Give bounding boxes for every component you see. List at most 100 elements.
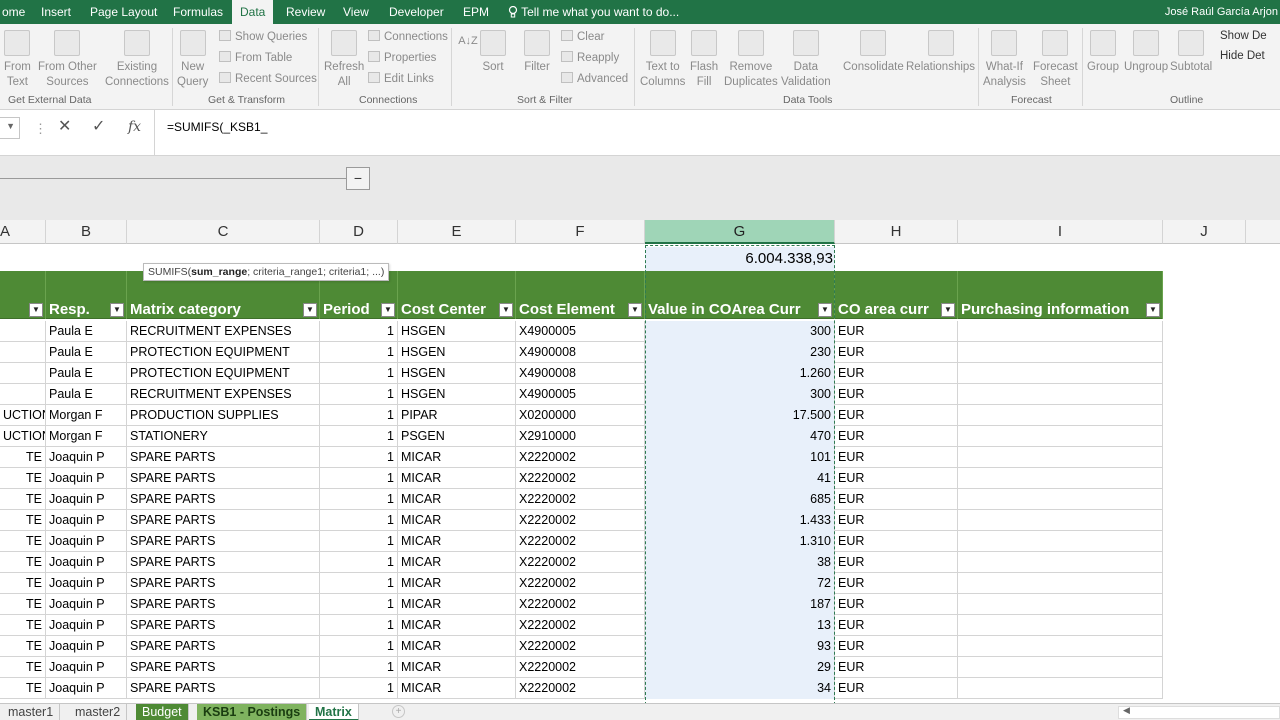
show-detail-button[interactable]: Show De bbox=[1220, 28, 1267, 44]
cell-a[interactable] bbox=[0, 363, 46, 384]
forecast-sheet-button[interactable]: Forecast Sheet bbox=[1033, 30, 1078, 90]
tab-formulas[interactable]: Formulas bbox=[173, 0, 223, 24]
cell-matrix-category[interactable]: SPARE PARTS bbox=[127, 678, 320, 699]
cell-period[interactable]: 1 bbox=[320, 468, 398, 489]
cell-period[interactable]: 1 bbox=[320, 636, 398, 657]
cell-co-area-curr[interactable]: EUR bbox=[835, 489, 958, 510]
cell-co-area-curr[interactable]: EUR bbox=[835, 594, 958, 615]
tell-me-box[interactable]: Tell me what you want to do... bbox=[508, 0, 679, 24]
cell-period[interactable]: 1 bbox=[320, 342, 398, 363]
cell-co-area-curr[interactable]: EUR bbox=[835, 405, 958, 426]
cell-resp[interactable]: Joaquin P bbox=[46, 468, 127, 489]
cell-purchasing-information[interactable] bbox=[958, 573, 1163, 594]
cell-resp[interactable]: Joaquin P bbox=[46, 636, 127, 657]
cell-co-area-curr[interactable]: EUR bbox=[835, 468, 958, 489]
ungroup-button[interactable]: Ungroup bbox=[1124, 30, 1168, 75]
cell-cost-center[interactable]: MICAR bbox=[398, 573, 516, 594]
from-other-sources-button[interactable]: From Other Sources bbox=[38, 30, 97, 90]
cell-purchasing-information[interactable] bbox=[958, 426, 1163, 447]
cell-value[interactable]: 470 bbox=[645, 426, 835, 447]
cell-cost-center[interactable]: MICAR bbox=[398, 552, 516, 573]
cell-period[interactable]: 1 bbox=[320, 321, 398, 342]
cell-cost-center[interactable]: MICAR bbox=[398, 615, 516, 636]
cell-cost-element[interactable]: X2220002 bbox=[516, 489, 645, 510]
edit-links-button[interactable]: Edit Links bbox=[368, 71, 434, 87]
cell-purchasing-information[interactable] bbox=[958, 342, 1163, 363]
cell-a[interactable]: TE bbox=[0, 615, 46, 636]
cell-co-area-curr[interactable]: EUR bbox=[835, 657, 958, 678]
column-header-i[interactable]: I bbox=[958, 220, 1163, 244]
cell-value[interactable]: 1.260 bbox=[645, 363, 835, 384]
cell-matrix-category[interactable]: SPARE PARTS bbox=[127, 447, 320, 468]
header-cell-a[interactable]: ▼ bbox=[0, 271, 46, 319]
relationships-button[interactable]: Relationships bbox=[906, 30, 975, 75]
cell-resp[interactable]: Joaquin P bbox=[46, 447, 127, 468]
cell-cost-element[interactable]: X2220002 bbox=[516, 531, 645, 552]
cell-resp[interactable]: Joaquin P bbox=[46, 552, 127, 573]
cell-resp[interactable]: Morgan F bbox=[46, 405, 127, 426]
cell-cost-center[interactable]: HSGEN bbox=[398, 363, 516, 384]
flash-fill-button[interactable]: Flash Fill bbox=[690, 30, 718, 90]
connections-button[interactable]: Connections bbox=[368, 29, 448, 45]
cell-value[interactable]: 685 bbox=[645, 489, 835, 510]
cell-a[interactable]: TE bbox=[0, 447, 46, 468]
cell-matrix-category[interactable]: SPARE PARTS bbox=[127, 615, 320, 636]
cell-matrix-category[interactable]: PRODUCTION SUPPLIES bbox=[127, 405, 320, 426]
cell-value[interactable]: 1.433 bbox=[645, 510, 835, 531]
cell-resp[interactable]: Joaquin P bbox=[46, 594, 127, 615]
cell-cost-center[interactable]: HSGEN bbox=[398, 342, 516, 363]
cell-cost-element[interactable]: X4900008 bbox=[516, 363, 645, 384]
cell-co-area-curr[interactable]: EUR bbox=[835, 552, 958, 573]
cell-cost-element[interactable]: X4900005 bbox=[516, 384, 645, 405]
cell-cost-center[interactable]: MICAR bbox=[398, 594, 516, 615]
cell-period[interactable]: 1 bbox=[320, 405, 398, 426]
column-header-h[interactable]: H bbox=[835, 220, 958, 244]
column-header-d[interactable]: D bbox=[320, 220, 398, 244]
tab-review[interactable]: Review bbox=[286, 0, 325, 24]
cell-purchasing-information[interactable] bbox=[958, 531, 1163, 552]
cell-purchasing-information[interactable] bbox=[958, 552, 1163, 573]
filter-dropdown-icon[interactable]: ▼ bbox=[110, 303, 124, 317]
cell-resp[interactable]: Joaquin P bbox=[46, 615, 127, 636]
column-header-e[interactable]: E bbox=[398, 220, 516, 244]
cell-cost-element[interactable]: X4900005 bbox=[516, 321, 645, 342]
filter-dropdown-icon[interactable]: ▼ bbox=[303, 303, 317, 317]
cell-co-area-curr[interactable]: EUR bbox=[835, 531, 958, 552]
cell-value[interactable]: 72 bbox=[645, 573, 835, 594]
cell-co-area-curr[interactable]: EUR bbox=[835, 573, 958, 594]
cell-cost-element[interactable]: X2220002 bbox=[516, 468, 645, 489]
cell-matrix-category[interactable]: SPARE PARTS bbox=[127, 594, 320, 615]
cell-cost-center[interactable]: MICAR bbox=[398, 678, 516, 699]
cell-matrix-category[interactable]: PROTECTION EQUIPMENT bbox=[127, 342, 320, 363]
cell-co-area-curr[interactable]: EUR bbox=[835, 510, 958, 531]
cell-resp[interactable]: Joaquin P bbox=[46, 531, 127, 552]
cell-period[interactable]: 1 bbox=[320, 363, 398, 384]
cell-purchasing-information[interactable] bbox=[958, 594, 1163, 615]
cell-purchasing-information[interactable] bbox=[958, 489, 1163, 510]
cell-a[interactable] bbox=[0, 321, 46, 342]
header-cell-co-area-curr[interactable]: CO area curr ▼ bbox=[835, 271, 958, 319]
clear-filter-button[interactable]: Clear bbox=[561, 29, 604, 45]
cell-cost-center[interactable]: MICAR bbox=[398, 489, 516, 510]
cell-cost-center[interactable]: HSGEN bbox=[398, 384, 516, 405]
cell-resp[interactable]: Paula E bbox=[46, 342, 127, 363]
cell-a[interactable]: TE bbox=[0, 594, 46, 615]
from-table-button[interactable]: From Table bbox=[219, 50, 292, 66]
cell-resp[interactable]: Joaquin P bbox=[46, 657, 127, 678]
cell-matrix-category[interactable]: RECRUITMENT EXPENSES bbox=[127, 321, 320, 342]
filter-dropdown-icon[interactable]: ▼ bbox=[628, 303, 642, 317]
column-header-f[interactable]: F bbox=[516, 220, 645, 244]
cell-matrix-category[interactable]: SPARE PARTS bbox=[127, 573, 320, 594]
cell-cost-center[interactable]: HSGEN bbox=[398, 321, 516, 342]
formula-input[interactable]: =SUMIFS(_KSB1_ bbox=[154, 110, 1280, 156]
cell-period[interactable]: 1 bbox=[320, 426, 398, 447]
cell-cost-center[interactable]: MICAR bbox=[398, 657, 516, 678]
sheet-tab-ksb1-postings[interactable]: KSB1 - Postings bbox=[197, 704, 308, 720]
cell-purchasing-information[interactable] bbox=[958, 468, 1163, 489]
cell-value[interactable]: 41 bbox=[645, 468, 835, 489]
cell-cost-element[interactable]: X2220002 bbox=[516, 636, 645, 657]
tab-epm[interactable]: EPM bbox=[463, 0, 489, 24]
sheet-tab-master2[interactable]: master2 bbox=[69, 704, 128, 720]
cell-purchasing-information[interactable] bbox=[958, 405, 1163, 426]
cell-a[interactable]: UCTION bbox=[0, 405, 46, 426]
